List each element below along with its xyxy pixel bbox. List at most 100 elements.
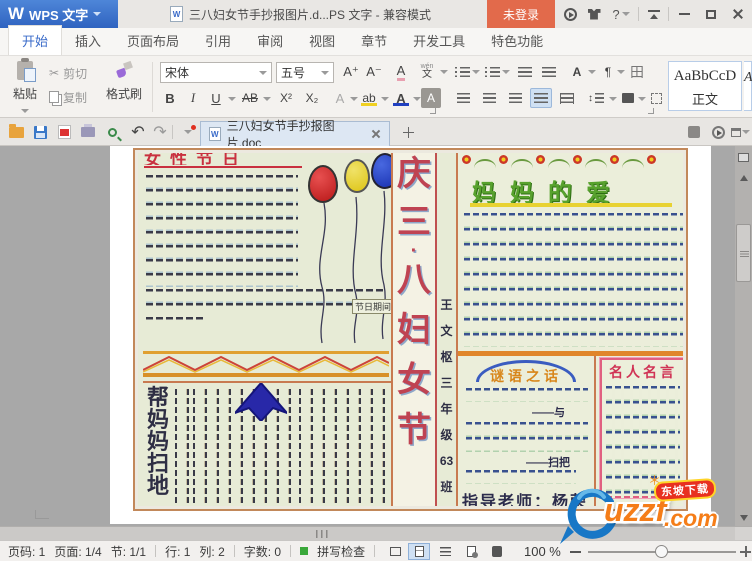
minimize-button[interactable] [674,5,694,23]
tab-view[interactable]: 视图 [296,26,348,55]
login-button[interactable]: 未登录 [487,0,555,28]
collapse-ribbon-button[interactable] [644,5,664,23]
maximize-button[interactable] [701,5,721,23]
document-workspace[interactable]: 女性节日 节日期间 帮 妈 妈 扫 地 庆 三 · 八 妇 女 节 王 文 枢 … [0,146,752,526]
highlight-button[interactable]: ab [358,88,380,108]
outline-view-button[interactable] [434,543,456,560]
tab-special-features[interactable]: 特色功能 [478,26,556,55]
redo-button[interactable]: ↷ [150,123,170,141]
chevron-down-icon[interactable] [350,97,358,101]
shrink-font-button[interactable]: A⁻ [363,62,385,82]
underline-button[interactable]: U [206,88,226,108]
format-painter-button[interactable]: 格式刷 [102,62,146,112]
customize-toolbar-button[interactable] [178,123,198,141]
save-button[interactable] [30,123,50,141]
cut-button[interactable]: ✂ 剪切 [48,64,100,82]
subscript-button[interactable]: X₂ [300,88,324,108]
fullscreen-view-button[interactable] [384,543,406,560]
help-button[interactable]: ? [608,5,634,23]
close-tab-icon[interactable] [371,129,381,139]
bullet-list-button[interactable] [452,62,472,82]
font-size-select[interactable]: 五号 [276,62,334,83]
scroll-down-button[interactable] [735,510,752,526]
paste-button[interactable]: 粘贴 [8,58,42,113]
chevron-down-icon[interactable] [413,97,421,101]
align-right-button[interactable] [504,88,526,108]
align-center-button[interactable] [478,88,500,108]
tab-references[interactable]: 引用 [192,26,244,55]
sync-button[interactable] [708,123,728,141]
tab-page-layout[interactable]: 页面布局 [114,26,192,55]
tab-section[interactable]: 章节 [348,26,400,55]
task-pane-button[interactable] [684,123,704,141]
wps-menu-button[interactable]: W WPS 文字 [0,0,118,28]
font-dialog-launcher[interactable] [430,108,436,114]
italic-button[interactable]: I [183,88,203,108]
new-tab-button[interactable] [398,123,418,141]
style-next-partial[interactable]: A [744,61,752,111]
line-spacing-button[interactable]: ↕ [584,88,608,108]
style-normal[interactable]: AaBbCcD 正文 [668,61,742,111]
font-family-select[interactable]: 宋体 [160,62,272,83]
export-pdf-button[interactable] [54,123,74,141]
print-preview-button[interactable] [102,123,122,141]
shading-button[interactable] [618,88,638,108]
borders-button[interactable] [646,88,666,108]
chevron-down-icon[interactable] [472,70,480,74]
status-word-count[interactable]: 字数: 0 [244,543,281,560]
ruler-toggle-button[interactable] [735,146,752,168]
network-status-icon[interactable] [560,5,580,23]
tab-home[interactable]: 开始 [8,25,63,55]
zoom-in-button[interactable] [740,543,751,557]
print-button[interactable] [78,123,98,141]
chevron-down-icon[interactable] [228,97,236,101]
open-button[interactable] [6,123,26,141]
text-direction-button[interactable]: A [566,62,588,82]
arrange-button[interactable] [730,123,750,141]
scroll-thumb[interactable] [736,224,751,282]
chevron-down-icon[interactable] [617,70,625,74]
text-effects-button[interactable]: A [330,88,350,108]
page-view-button[interactable] [408,543,430,560]
grow-font-button[interactable]: A⁺ [340,62,362,82]
chevron-down-icon[interactable] [609,97,617,101]
chevron-down-icon[interactable] [440,70,448,74]
clear-format-button[interactable]: A [390,62,412,82]
scroll-up-button[interactable] [735,170,752,186]
embedded-poster-image[interactable]: 女性节日 节日期间 帮 妈 妈 扫 地 庆 三 · 八 妇 女 节 王 文 枢 … [133,148,688,511]
chevron-down-icon[interactable] [588,70,596,74]
web-view-button[interactable] [460,543,482,560]
align-left-button[interactable] [452,88,474,108]
strikethrough-button[interactable]: AB [238,88,262,108]
document-tab[interactable]: W 三八妇女节手抄报图片.doc [200,119,390,150]
zoom-level[interactable]: 100 % [524,544,561,559]
tab-review[interactable]: 审阅 [244,26,296,55]
justify-button[interactable] [530,88,552,108]
copy-button[interactable]: 复制 [48,88,100,106]
decrease-indent-button[interactable] [514,62,536,82]
chevron-down-icon[interactable] [263,97,271,101]
increase-indent-button[interactable] [538,62,560,82]
paragraph-dialog-launcher[interactable] [648,108,654,114]
skin-icon[interactable] [584,5,604,23]
superscript-button[interactable]: X² [274,88,298,108]
read-mode-button[interactable] [486,543,508,560]
chevron-down-icon[interactable] [502,70,510,74]
phonetic-guide-button[interactable]: wén 文 [414,60,440,83]
riddle-answer-1: ——与 [532,407,565,419]
tab-developer[interactable]: 开发工具 [400,26,478,55]
distribute-button[interactable] [556,88,578,108]
insert-table-button[interactable]: 田 [626,62,648,82]
char-shading-button[interactable]: A [421,88,441,108]
vertical-scrollbar[interactable] [735,146,752,526]
numbered-list-button[interactable] [482,62,502,82]
tab-insert[interactable]: 插入 [62,26,114,55]
bold-button[interactable]: B [160,88,180,108]
show-marks-button[interactable]: ¶ [598,62,618,82]
undo-button[interactable]: ↶ [128,123,148,141]
close-button[interactable] [728,5,748,23]
chevron-down-icon[interactable] [381,97,389,101]
chevron-down-icon[interactable] [638,97,646,101]
font-color-button[interactable]: A [390,88,412,108]
status-spellcheck[interactable]: 拼写检查 [317,543,365,560]
